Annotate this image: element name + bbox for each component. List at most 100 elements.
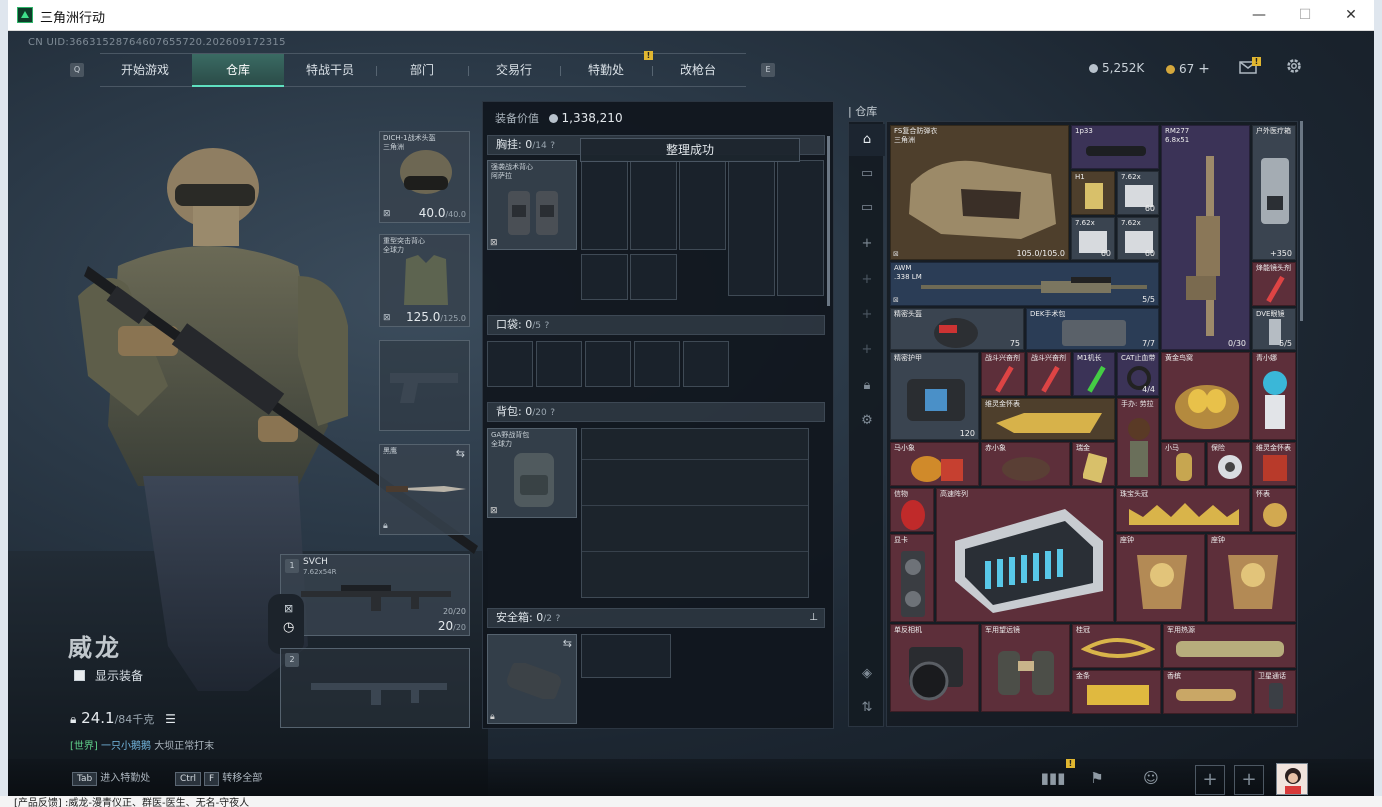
pistol-slot[interactable] (379, 340, 470, 431)
storage-item[interactable]: 精密护甲 120 (890, 352, 979, 440)
team-icon[interactable]: ☺ (1138, 765, 1164, 791)
storage-item[interactable]: 信物 (890, 488, 934, 532)
invite-slot-button[interactable]: + (1234, 765, 1264, 795)
add-tab-icon[interactable]: + (849, 334, 885, 366)
chest-cell[interactable] (679, 160, 726, 250)
helmet-slot[interactable]: DICH-1战术头盔 三角洲 ⊠ 40.0/40.0 (379, 131, 470, 223)
storage-item[interactable]: 7.62x 60 (1117, 171, 1159, 215)
storage-item[interactable]: 金条 (1072, 670, 1161, 714)
storage-item[interactable]: 青小娜 (1252, 352, 1296, 440)
safebox-cell[interactable] (581, 634, 671, 678)
storage-item[interactable]: 1p33 (1071, 125, 1159, 169)
tab-warehouse[interactable]: 仓库 (192, 54, 284, 87)
chest-cell[interactable] (630, 160, 677, 250)
sort-icon[interactable]: ⇅ (849, 692, 885, 724)
storage-item[interactable]: H1 (1071, 171, 1115, 215)
storage-item[interactable]: RM277 6.8x51 0/30 (1161, 125, 1250, 350)
insure-icon[interactable]: ⊠ (284, 602, 293, 615)
tab-market[interactable]: 交易行 (468, 54, 560, 87)
help-icon[interactable]: ? (544, 321, 549, 331)
chest-cell[interactable] (581, 160, 628, 250)
help-icon[interactable]: ? (555, 614, 560, 624)
storage-item[interactable]: AWM .338 LM 5/5 ⊠ (890, 262, 1159, 306)
pin-icon[interactable]: ⊥ (809, 609, 818, 627)
storage-item[interactable]: 香槟 (1163, 670, 1252, 714)
storage-item[interactable]: 军用望远镜 (981, 624, 1070, 712)
primary-weapon-slot[interactable]: 1 SVCH 7.62x54R 20/20 20/20 (280, 554, 470, 636)
storage-item[interactable]: 卫星通话 (1254, 670, 1296, 714)
storage-item[interactable]: 维灵金怀表 (981, 398, 1115, 440)
transfer-all-hotkey[interactable]: Ctrl F 转移全部 (175, 769, 262, 786)
storage-item[interactable]: 高速阵列 (936, 488, 1114, 622)
storage-tab-warehouse-icon[interactable]: ⌂ (849, 124, 885, 156)
world-chat[interactable]: [世界] 一只小鹅鹅 大坝正常打末 (70, 737, 214, 752)
storage-item[interactable]: 手办: 劳拉 (1117, 398, 1159, 486)
swap-icon[interactable]: ⇆ (456, 447, 465, 460)
pocket-cell[interactable] (683, 341, 729, 387)
add-tab-icon[interactable]: + (849, 228, 885, 260)
flag-icon[interactable]: ⚑ (1084, 765, 1110, 791)
storage-item[interactable]: M1机长 (1073, 352, 1115, 396)
tab-operators[interactable]: 特战干员 (284, 54, 376, 87)
help-icon[interactable]: ? (550, 408, 555, 418)
tab-gunsmith[interactable]: 改枪台 (652, 54, 744, 87)
maximize-button[interactable]: ☐ (1282, 2, 1328, 28)
storage-item[interactable]: DVE眼镜 5/5 (1252, 308, 1296, 350)
layers-icon[interactable]: ◈ (849, 658, 885, 690)
minimize-button[interactable]: — (1236, 2, 1282, 28)
backpack-item[interactable]: GA野战背包 全球力 ⊠ (487, 428, 577, 518)
list-icon[interactable]: ☰ (165, 712, 176, 726)
pocket-cell[interactable] (634, 341, 680, 387)
storage-item[interactable]: 战斗兴奋剂 (981, 352, 1025, 396)
add-tab-icon[interactable]: + (849, 299, 885, 331)
swap-icon[interactable]: ⇆ (563, 637, 572, 650)
storage-item[interactable]: 珠宝头冠 (1116, 488, 1250, 532)
chest-cell[interactable] (777, 160, 824, 296)
tab-department[interactable]: 部门 (376, 54, 468, 87)
storage-item[interactable]: CAT止血带 4/4 (1117, 352, 1159, 396)
avatar[interactable] (1276, 763, 1308, 795)
storage-item[interactable]: 精密头盔 75 (890, 308, 1024, 350)
storage-tab-2-icon[interactable]: ▭ (849, 192, 885, 224)
add-gold-button[interactable]: + (1198, 61, 1210, 77)
show-equipment-toggle[interactable]: 显示装备 (74, 667, 143, 684)
lock-icon[interactable]: 🔒︎ (849, 370, 885, 402)
armor-slot[interactable]: 重型突击背心 全球力 ⊠ 125.0/125.0 (379, 234, 470, 327)
add-tab-icon[interactable]: + (849, 264, 885, 296)
gear-icon[interactable] (1285, 57, 1303, 80)
storage-item[interactable]: 小马 (1161, 442, 1205, 486)
tab-special-ops[interactable]: 特勤处 (560, 54, 652, 87)
pocket-cell[interactable] (585, 341, 631, 387)
melee-slot[interactable]: 黑鹰 ⇆ 🔒︎ (379, 444, 470, 535)
chest-cell[interactable] (581, 254, 628, 300)
backpack-grid[interactable] (581, 428, 809, 598)
storage-item[interactable]: 军用热源 (1163, 624, 1296, 668)
storage-item[interactable]: 赤小象 (981, 442, 1070, 486)
storage-item[interactable]: 维灵金怀表 (1252, 442, 1296, 486)
storage-item[interactable]: 显卡 (890, 534, 934, 622)
chest-cell[interactable] (630, 254, 677, 300)
storage-tab-1-icon[interactable]: ▭ (849, 158, 885, 190)
close-button[interactable]: ✕ (1328, 2, 1374, 28)
storage-item[interactable]: 7.62x 60 (1071, 217, 1115, 260)
clock-icon[interactable]: ◷ (283, 620, 294, 635)
storage-item[interactable]: 黄金鸟窝 (1161, 352, 1250, 440)
storage-item[interactable]: DEK手术包 7/7 (1026, 308, 1159, 350)
storage-item[interactable]: 7.62x 60 (1117, 217, 1159, 260)
storage-scrollbar[interactable] (1300, 121, 1303, 321)
storage-item[interactable]: 单反相机 (890, 624, 979, 712)
storage-item[interactable]: 战斗兴奋剂 (1027, 352, 1071, 396)
chest-cell[interactable] (728, 160, 775, 296)
storage-item[interactable]: 座钟 (1207, 534, 1296, 622)
enter-special-ops-hotkey[interactable]: Tab 进入特勤处 (72, 769, 150, 786)
storage-item[interactable]: 保险 (1207, 442, 1250, 486)
loadout-scrollbar[interactable] (827, 136, 830, 306)
storage-item[interactable]: 桂冠 (1072, 624, 1161, 668)
storage-item[interactable]: 座钟 (1116, 534, 1205, 622)
storage-item[interactable]: 马小象 (890, 442, 979, 486)
secondary-weapon-slot[interactable]: 2 (280, 648, 470, 728)
storage-item[interactable]: FS复合防弹衣 三角洲 105.0/105.0 ⊠ (890, 125, 1069, 260)
storage-item[interactable]: 户外医疗箱 +350 (1252, 125, 1296, 260)
pocket-cell[interactable] (487, 341, 533, 387)
chest-rig-item[interactable]: 强袭战术背心 阿萨拉 ⊠ (487, 160, 577, 250)
